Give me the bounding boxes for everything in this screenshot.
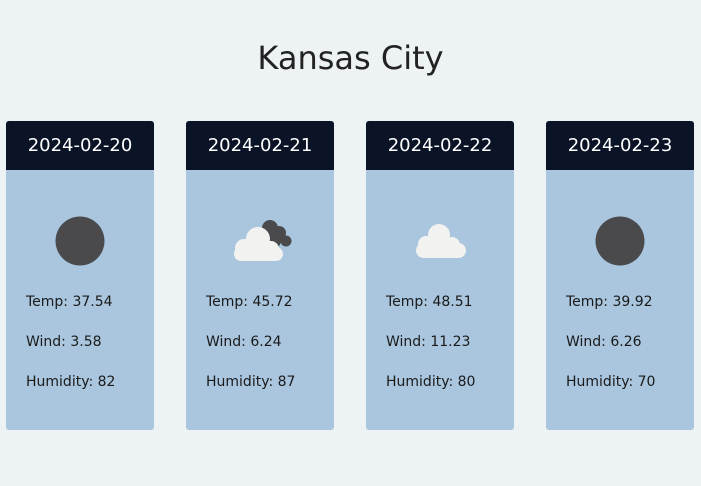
forecast-card: 2024-02-23 Temp: 39.92 Wind: 6.26 Humidi… <box>546 121 694 430</box>
city-title: Kansas City <box>257 39 444 77</box>
humidity-stat: Humidity: 80 <box>386 372 475 392</box>
temp-value: 39.92 <box>612 294 653 310</box>
wind-value: 6.26 <box>610 334 642 350</box>
temp-value: 37.54 <box>72 294 113 310</box>
temp-stat: Temp: 45.72 <box>206 292 293 312</box>
humidity-label: Humidity: <box>386 374 458 390</box>
humidity-stat: Humidity: 82 <box>26 372 115 392</box>
wind-stat: Wind: 3.58 <box>26 332 102 352</box>
wind-label: Wind: <box>206 334 251 350</box>
temp-label: Temp: <box>566 294 613 310</box>
wind-stat: Wind: 11.23 <box>386 332 470 352</box>
temp-label: Temp: <box>206 294 253 310</box>
forecast-date: 2024-02-22 <box>366 121 514 170</box>
wind-value: 11.23 <box>430 334 471 350</box>
temp-stat: Temp: 37.54 <box>26 292 113 312</box>
wind-label: Wind: <box>386 334 431 350</box>
dark-circle-icon <box>546 211 694 269</box>
wind-stat: Wind: 6.26 <box>566 332 642 352</box>
humidity-value: 70 <box>637 374 656 390</box>
cloud-icon <box>366 211 514 269</box>
broken-clouds-icon <box>186 211 334 269</box>
humidity-stat: Humidity: 87 <box>206 372 295 392</box>
humidity-stat: Humidity: 70 <box>566 372 655 392</box>
humidity-label: Humidity: <box>26 374 98 390</box>
wind-value: 6.24 <box>250 334 282 350</box>
wind-stat: Wind: 6.24 <box>206 332 282 352</box>
forecast-card: 2024-02-21 Temp: 45.72 Wind: 6.24 Humidi… <box>186 121 334 430</box>
temp-stat: Temp: 39.92 <box>566 292 653 312</box>
wind-label: Wind: <box>26 334 71 350</box>
humidity-value: 82 <box>97 374 116 390</box>
temp-label: Temp: <box>26 294 73 310</box>
forecast-date: 2024-02-21 <box>186 121 334 170</box>
forecast-date: 2024-02-20 <box>6 121 154 170</box>
wind-label: Wind: <box>566 334 611 350</box>
temp-label: Temp: <box>386 294 433 310</box>
humidity-label: Humidity: <box>566 374 638 390</box>
page: Kansas City 2024-02-20 Temp: 37.54 Wind:… <box>0 0 701 486</box>
wind-value: 3.58 <box>70 334 102 350</box>
humidity-value: 87 <box>277 374 296 390</box>
humidity-value: 80 <box>457 374 476 390</box>
humidity-label: Humidity: <box>206 374 278 390</box>
dark-circle-icon <box>6 211 154 269</box>
temp-value: 45.72 <box>252 294 293 310</box>
temp-stat: Temp: 48.51 <box>386 292 473 312</box>
forecast-card: 2024-02-22 Temp: 48.51 Wind: 11.23 Humid… <box>366 121 514 430</box>
forecast-date: 2024-02-23 <box>546 121 694 170</box>
temp-value: 48.51 <box>432 294 473 310</box>
forecast-card: 2024-02-20 Temp: 37.54 Wind: 3.58 Humidi… <box>6 121 154 430</box>
